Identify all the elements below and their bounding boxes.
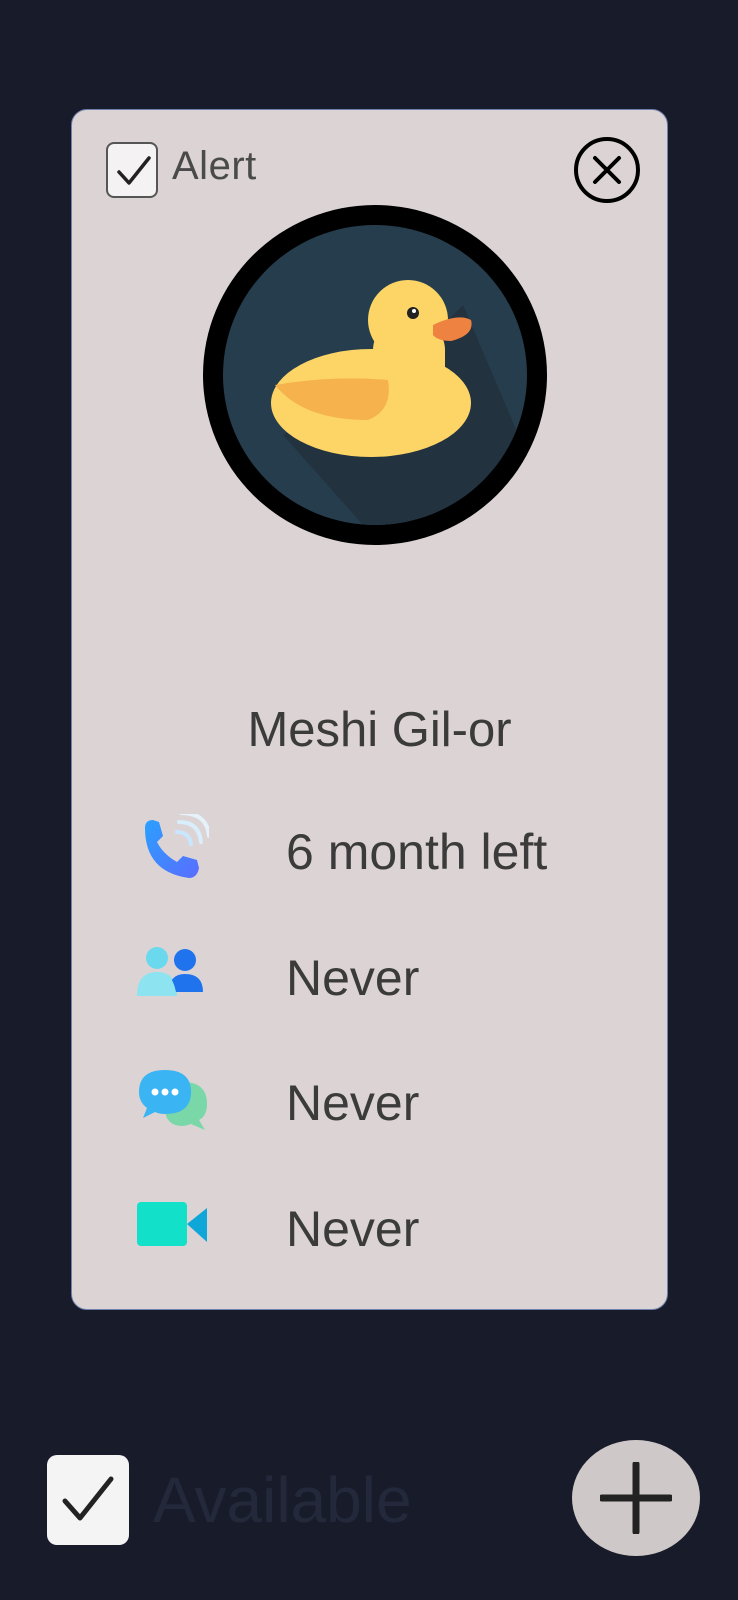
add-button[interactable]: [572, 1440, 700, 1556]
people-icon: [137, 942, 209, 1014]
alert-checkbox[interactable]: [106, 142, 158, 198]
duck-icon: [223, 225, 527, 525]
alert-label: Alert: [172, 144, 257, 188]
plus-icon: [600, 1462, 672, 1534]
chat-value: Never: [286, 1075, 420, 1131]
phone-call-icon: [137, 814, 209, 886]
checkmark-icon: [117, 156, 151, 185]
contact-card: Alert Meshi Gil-or 6 month left Never Ne…: [71, 109, 668, 1310]
available-label: Available: [153, 1464, 412, 1536]
avatar: [203, 205, 547, 545]
available-checkbox[interactable]: [47, 1455, 129, 1545]
contact-name: Meshi Gil-or: [247, 703, 512, 757]
close-icon: [593, 156, 621, 184]
video-value: Never: [286, 1201, 420, 1257]
chat-bubbles-icon: [137, 1064, 209, 1136]
group-value: Never: [286, 950, 420, 1006]
close-button[interactable]: [574, 137, 640, 203]
call-value: 6 month left: [286, 824, 548, 880]
video-camera-icon: [137, 1190, 209, 1262]
checkmark-icon: [62, 1476, 114, 1521]
